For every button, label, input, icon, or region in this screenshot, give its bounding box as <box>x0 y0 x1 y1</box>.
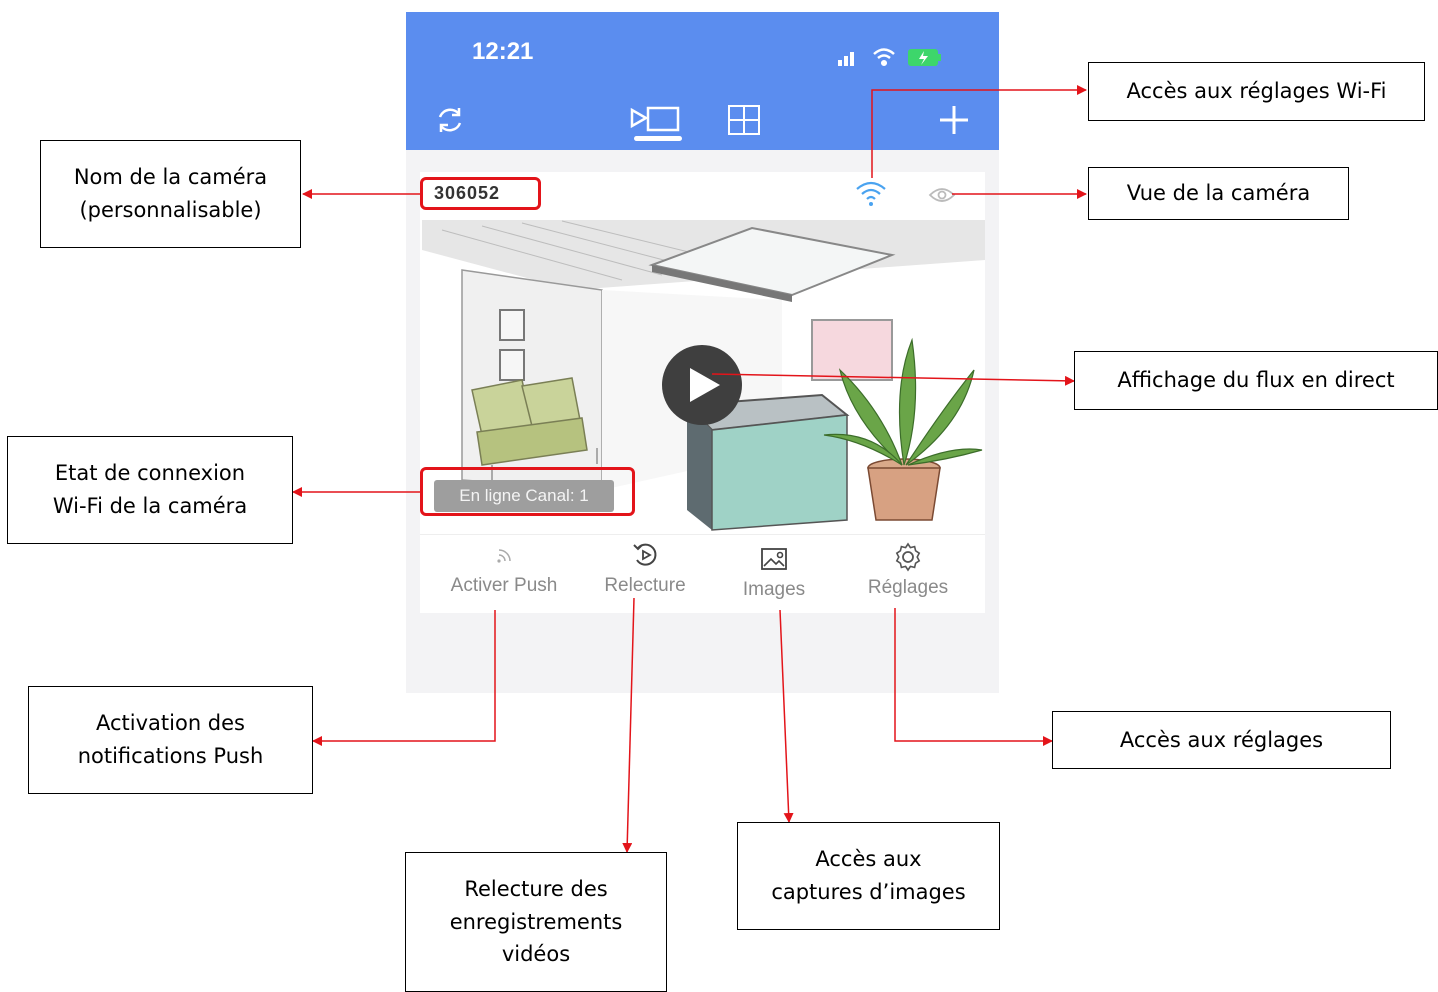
callout-camera-name: Nom de la caméra (personnalisable) <box>40 140 301 248</box>
callout-settings: Accès aux réglages <box>1052 711 1391 769</box>
callout-push-line2: notifications Push <box>77 744 264 768</box>
arrow-settings <box>894 608 1053 746</box>
callout-live-stream-text: Affichage du flux en direct <box>1117 368 1395 393</box>
callout-replay-line3: vidéos <box>501 942 571 967</box>
arrow-live-stream <box>711 373 1075 386</box>
callout-live-stream: Affichage du flux en direct <box>1074 351 1438 410</box>
callout-replay: Relecture des enregistrements vidéos <box>405 852 667 992</box>
callout-wifi-settings: Accès aux réglages Wi-Fi <box>1088 62 1425 121</box>
callout-push: Activation des notifications Push <box>28 686 313 794</box>
callout-connection-line1: Etat de connexion <box>54 461 246 486</box>
callout-wifi-settings-text: Accès aux réglages Wi-Fi <box>1126 79 1387 104</box>
callout-settings-text: Accès aux réglages <box>1119 727 1324 752</box>
callout-replay-line1: Relecture des <box>464 877 608 902</box>
callout-camera-name-line1: Nom de la caméra <box>73 165 268 190</box>
callout-connection-line2: Wi-Fi de la caméra <box>52 494 248 518</box>
arrow-captures <box>779 609 794 823</box>
callout-replay-line2: enregistrements <box>449 909 623 934</box>
callout-captures: Accès aux captures d’images <box>737 822 1000 930</box>
arrow-wifi-settings <box>871 85 1087 178</box>
callout-camera-view: Vue de la caméra <box>1088 167 1349 220</box>
callout-connection: Etat de connexion Wi-Fi de la caméra <box>7 436 293 544</box>
arrow-replay <box>622 597 635 853</box>
arrow-push <box>312 610 496 746</box>
callout-captures-line1: Accès aux <box>815 847 922 872</box>
callout-camera-view-text: Vue de la caméra <box>1126 181 1311 206</box>
callout-captures-line2: captures d’images <box>771 880 966 904</box>
callout-camera-name-line2: (personnalisable) <box>79 198 262 222</box>
callout-push-line1: Activation des <box>96 711 245 736</box>
